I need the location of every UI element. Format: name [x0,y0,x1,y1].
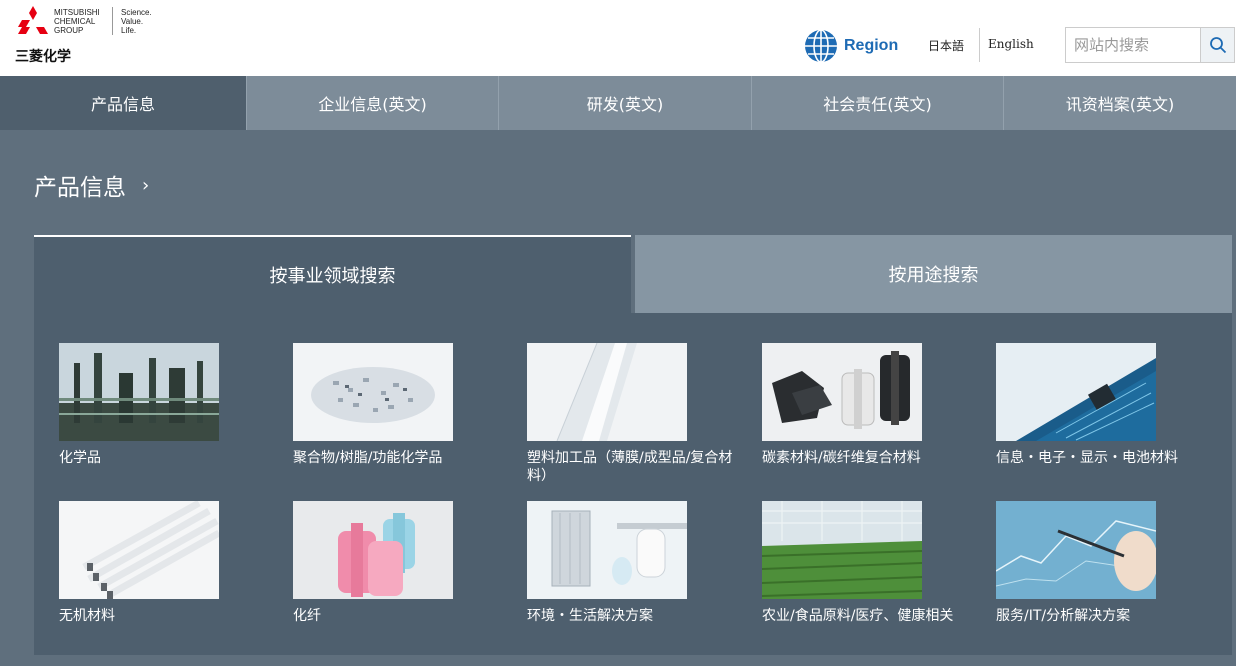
tab-by-business[interactable]: 按事业领域搜索 [34,235,631,313]
product-label: 塑料加工品（薄膜/成型品/复合材料） [527,450,733,484]
language-divider [979,28,980,62]
product-card-plastic-processing[interactable]: 塑料加工品（薄膜/成型品/复合材料） [527,343,732,485]
product-card-synthetic-fiber[interactable]: 化纤 [293,501,493,625]
nav-item-company[interactable]: 企业信息(英文) [247,76,499,130]
fluorescent-tubes-image [59,501,219,599]
nav-item-products[interactable]: 产品信息 [0,76,247,130]
product-label: 聚合物/树脂/功能化学品 [293,450,443,466]
search-input[interactable] [1066,28,1200,62]
product-label: 服务/IT/分析解决方案 [996,608,1131,624]
main-navigation: 产品信息 企业信息(英文) 研发(英文) 社会责任(英文) 讯资档案(英文) [0,76,1236,130]
globe-icon [805,29,837,63]
nav-item-news[interactable]: 讯资档案(英文) [1004,76,1236,130]
language-english-link[interactable]: English [988,37,1034,51]
product-grid: 化学品 聚合物/树脂/功能化学品 塑料加工品（薄膜/成型品/复合材料） 碳素材料… [34,313,1232,655]
circuit-board-image [996,343,1156,441]
analysis-chart-image [996,501,1156,599]
language-japanese-link[interactable]: 日本語 [928,37,964,54]
greenhouse-image [762,501,922,599]
product-label: 农业/食品原料/医疗、健康相关 [762,608,954,624]
logo-divider [112,7,113,35]
carbon-fiber-image [762,343,922,441]
chemical-plant-image [59,343,219,441]
product-label: 化纤 [293,608,321,624]
product-card-agriculture[interactable]: 农业/食品原料/医疗、健康相关 [762,501,962,625]
site-search [1065,27,1235,63]
nav-item-csr[interactable]: 社会责任(英文) [752,76,1004,130]
tab-by-application[interactable]: 按用途搜索 [635,235,1232,313]
nav-item-research[interactable]: 研发(英文) [499,76,752,130]
product-card-environment[interactable]: 环境・生活解决方案 [527,501,727,625]
search-tabs: 按事业领域搜索 按用途搜索 [34,235,1232,313]
logo-chinese-name: 三菱化学 [15,49,71,65]
product-card-services[interactable]: 服务/IT/分析解决方案 [996,501,1196,625]
product-label: 环境・生活解决方案 [527,608,653,624]
water-purifier-image [527,501,687,599]
logo-company-text: MITSUBISHI CHEMICAL GROUP [54,8,100,35]
product-card-chemicals[interactable]: 化学品 [59,343,259,467]
logo-tagline: Science. Value. Life. [121,8,152,35]
section-title-link[interactable]: 产品信息 › [34,168,149,202]
product-card-electronics[interactable]: 信息・电子・显示・电池材料 [996,343,1196,467]
product-label: 化学品 [59,450,101,466]
site-header: MITSUBISHI CHEMICAL GROUP Science. Value… [0,0,1236,76]
plastic-film-image [527,343,687,441]
product-card-polymers[interactable]: 聚合物/树脂/功能化学品 [293,343,493,467]
thread-spools-image [293,501,453,599]
product-label: 信息・电子・显示・电池材料 [996,450,1178,466]
region-selector[interactable]: Region [804,28,898,64]
search-button[interactable] [1200,28,1234,62]
region-label: Region [844,37,899,54]
product-label: 无机材料 [59,608,115,624]
three-diamonds-icon [18,6,48,34]
resin-pellets-image [293,343,453,441]
product-label: 碳素材料/碳纤维复合材料 [762,450,921,466]
section-title: 产品信息 [34,175,126,201]
company-logo[interactable]: MITSUBISHI CHEMICAL GROUP Science. Value… [14,4,164,66]
product-card-inorganic[interactable]: 无机材料 [59,501,259,625]
product-card-carbon[interactable]: 碳素材料/碳纤维复合材料 [762,343,962,467]
search-icon [1209,37,1226,54]
chevron-right-icon: › [142,174,150,196]
